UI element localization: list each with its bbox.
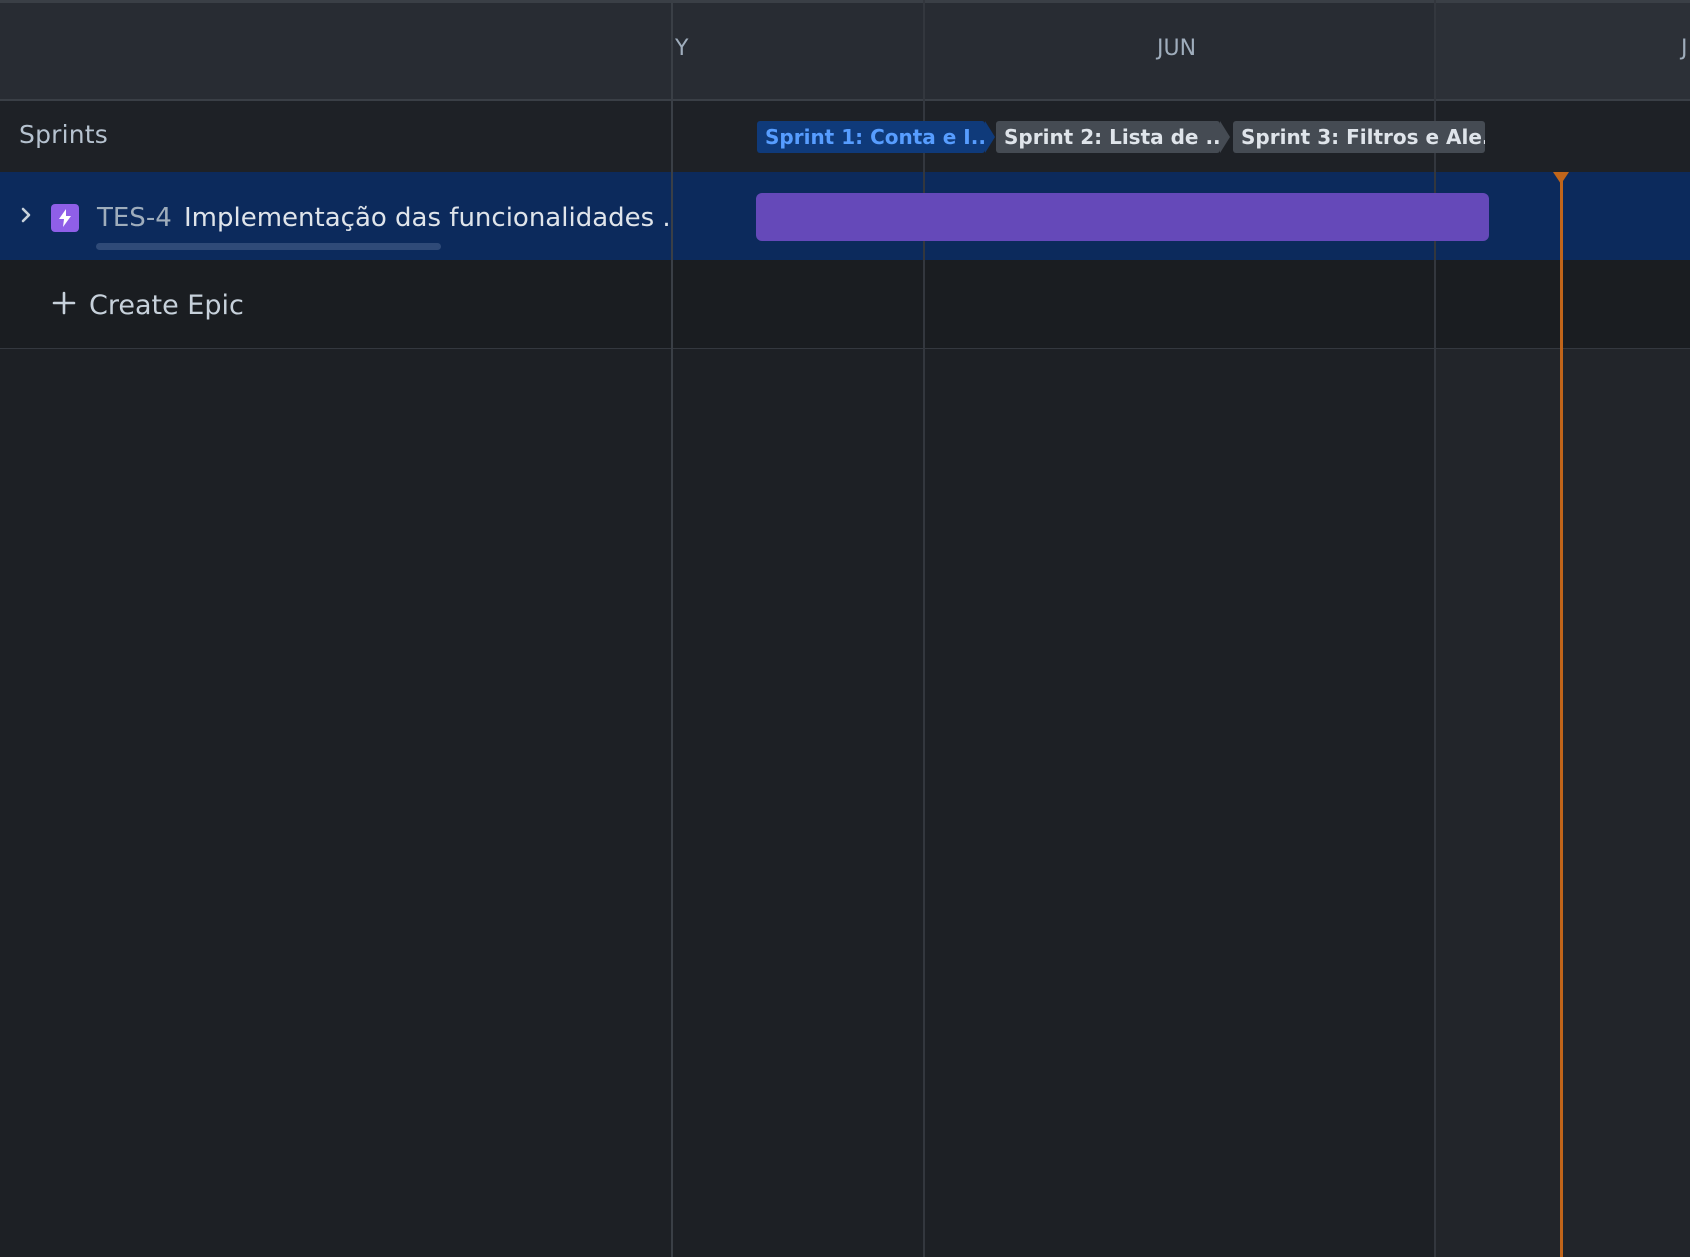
timeline-create-row: [673, 260, 1690, 349]
epic-key-link[interactable]: TES-4: [97, 203, 172, 233]
month-divider: [923, 0, 925, 1257]
epic-title[interactable]: Implementação das funcionalidades ...: [184, 203, 687, 233]
epic-list-header: [0, 0, 672, 101]
plus-icon: [52, 291, 76, 315]
lightning-icon: [51, 204, 79, 232]
sprint-chip-arrow: [1220, 121, 1230, 153]
sprints-label: Sprints: [19, 120, 109, 149]
sprints-row-label: Sprints: [0, 101, 672, 172]
today-line: [1560, 176, 1563, 1257]
sprint-chip-1[interactable]: Sprint 1: Conta e I...: [757, 121, 985, 153]
timeline-grid: Y JUN J Sprint 1: Conta e I... Sprint 2:…: [673, 0, 1690, 1257]
month-divider: [1434, 0, 1436, 1257]
epic-timeline-bar[interactable]: [756, 193, 1489, 241]
chevron-right-icon[interactable]: [18, 207, 34, 223]
epic-list-panel: Sprints TES-4 Implementação das funciona…: [0, 0, 687, 1257]
sprint-chip-arrow: [985, 121, 995, 153]
month-label-may: Y: [675, 36, 689, 61]
sprint-chip-3[interactable]: Sprint 3: Filtros e Ale...: [1233, 121, 1485, 153]
create-epic-label: Create Epic: [89, 290, 244, 321]
timeline-header-current-month: [1435, 0, 1690, 101]
epic-progress-bar: [96, 243, 441, 250]
month-label-jun: JUN: [1157, 36, 1197, 61]
month-label-jul: J: [1681, 36, 1688, 61]
roadmap-view: Sprints TES-4 Implementação das funciona…: [0, 0, 1690, 1257]
sprint-chip-2[interactable]: Sprint 2: Lista de ...: [996, 121, 1220, 153]
